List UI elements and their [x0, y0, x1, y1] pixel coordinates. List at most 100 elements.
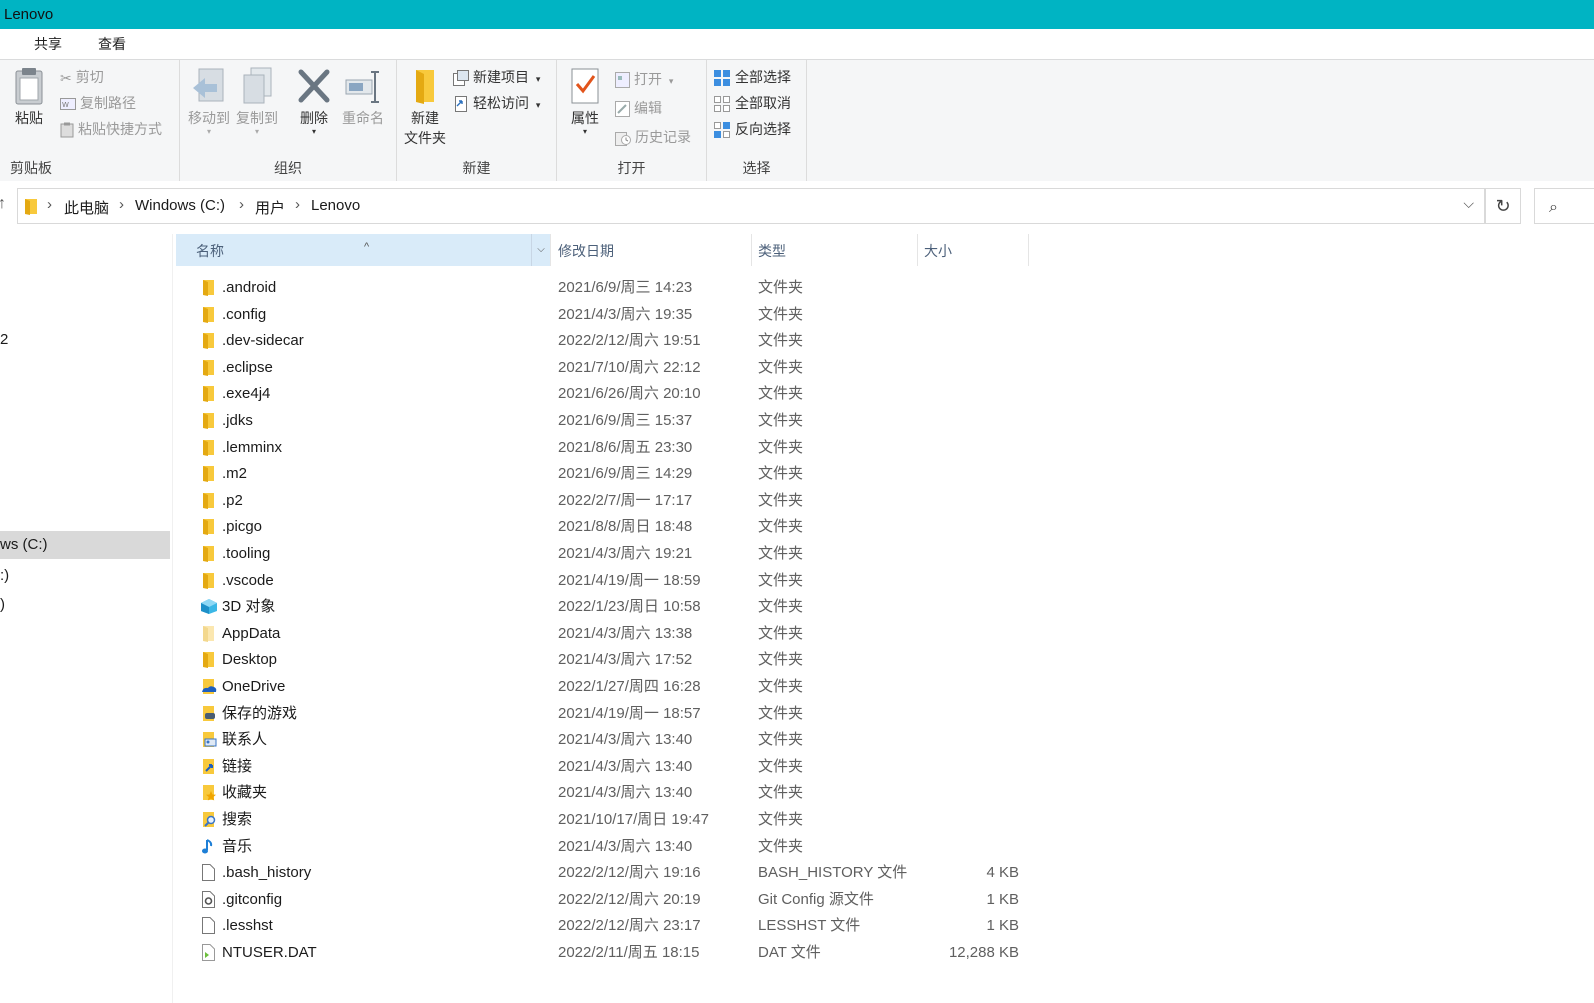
file-row[interactable]: .m2 2021/6/9/周三 14:29 文件夹 — [176, 461, 1036, 487]
open-icon — [615, 72, 630, 89]
file-row[interactable]: OneDrive 2022/1/27/周四 16:28 文件夹 — [176, 674, 1036, 700]
file-size — [918, 621, 1019, 647]
new-item-label: 新建项目 — [473, 69, 529, 85]
file-type: 文件夹 — [758, 598, 804, 616]
file-row[interactable]: .gitconfig 2022/2/12/周六 20:19 Git Config 源… — [176, 887, 1036, 913]
rename-label: 重命名 — [342, 110, 384, 126]
folder-icon — [200, 279, 216, 296]
edit-button[interactable]: 编辑 — [615, 97, 662, 119]
file-row[interactable]: .p2 2022/2/7/周一 17:17 文件夹 — [176, 488, 1036, 514]
column-header-name[interactable]: 名称 ^ ⌵ — [176, 234, 551, 266]
tab-view[interactable]: 查看 — [98, 29, 126, 59]
chevron-right-icon[interactable]: › — [47, 196, 52, 213]
new-folder-button[interactable]: 新建 文件夹 — [401, 66, 449, 148]
file-type: 文件夹 — [758, 279, 804, 296]
file-type: 文件夹 — [758, 731, 804, 749]
breadcrumb-lenovo[interactable]: Lenovo — [311, 197, 360, 214]
file-type: BASH_HISTORY 文件 — [758, 864, 908, 882]
file-name: OneDrive — [222, 678, 286, 695]
file-row[interactable]: .lesshst 2022/2/12/周六 23:17 LESSHST 文件 1 KB — [176, 913, 1036, 939]
refresh-button[interactable]: ↻ — [1485, 188, 1521, 224]
file-row[interactable]: 收藏夹 2021/4/3/周六 13:40 文件夹 — [176, 780, 1036, 806]
file-name: .config — [222, 305, 267, 323]
breadcrumb-windows-c[interactable]: Windows (C:) — [135, 197, 225, 214]
column-filter-dropdown-icon[interactable]: ⌵ — [531, 234, 550, 266]
select-all-button[interactable]: 全部选择 — [713, 66, 791, 88]
file-row[interactable]: 音乐 2021/4/3/周六 13:40 文件夹 — [176, 834, 1036, 860]
nav-item[interactable]: ) — [0, 591, 170, 619]
chevron-right-icon[interactable]: › — [295, 196, 300, 213]
easy-access-button[interactable]: 轻松访问 ▾ — [453, 92, 540, 114]
copy-path-button[interactable]: W 复制路径 — [60, 92, 136, 114]
file-row[interactable]: 保存的游戏 2021/4/19/周一 18:57 文件夹 — [176, 701, 1036, 727]
paste-shortcut-button[interactable]: 粘贴快捷方式 — [60, 118, 162, 140]
file-name: NTUSER.DAT — [222, 944, 317, 961]
easy-access-icon — [455, 96, 467, 113]
breadcrumb-users[interactable]: 用户 — [255, 197, 285, 218]
new-item-button[interactable]: 新建项目 ▾ — [453, 66, 540, 88]
file-type: LESSHST 文件 — [758, 917, 861, 935]
open-group-label: 打开 — [617, 160, 646, 176]
file-row[interactable]: 3D 对象 2022/1/23/周日 10:58 文件夹 — [176, 594, 1036, 620]
nav-item[interactable]: :) — [0, 562, 170, 590]
file-row[interactable]: .lemminx 2021/8/6/周五 23:30 文件夹 — [176, 435, 1036, 461]
file-type: 文件夹 — [758, 757, 804, 775]
file-row[interactable]: .tooling 2021/4/3/周六 19:21 文件夹 — [176, 541, 1036, 567]
file-row[interactable]: .exe4j4 2021/6/26/周六 20:10 文件夹 — [176, 381, 1036, 407]
breadcrumb-this-pc[interactable]: 此电脑 — [64, 197, 109, 218]
file-size — [918, 834, 1019, 860]
clipboard-group: 粘贴 ✂ 剪切 W 复制路径 粘贴快捷方式 剪贴板 — [0, 60, 180, 182]
nav-item[interactable]: 2 — [0, 326, 170, 354]
open-button[interactable]: 打开 ▾ — [615, 68, 673, 90]
column-header-type[interactable]: 类型 — [752, 234, 918, 266]
file-row[interactable]: Desktop 2021/4/3/周六 17:52 文件夹 — [176, 647, 1036, 673]
file-row[interactable]: .jdks 2021/6/9/周三 15:37 文件夹 — [176, 408, 1036, 434]
file-row[interactable]: 链接 2021/4/3/周六 13:40 文件夹 — [176, 754, 1036, 780]
tab-share[interactable]: 共享 — [34, 29, 62, 59]
file-row[interactable]: NTUSER.DAT 2022/2/11/周五 18:15 DAT 文件 12,288… — [176, 940, 1036, 966]
select-none-button[interactable]: 全部取消 — [713, 92, 791, 114]
invert-selection-button[interactable]: 反向选择 — [713, 118, 791, 140]
file-row[interactable]: .vscode 2021/4/19/周一 18:59 文件夹 — [176, 568, 1036, 594]
file-row[interactable]: .android 2021/6/9/周三 14:23 文件夹 — [176, 275, 1036, 301]
rename-button[interactable]: 重命名 — [338, 66, 388, 128]
history-button[interactable]: 历史记录 — [615, 126, 691, 148]
file-row[interactable]: .eclipse 2021/7/10/周六 22:12 文件夹 — [176, 355, 1036, 381]
move-to-button[interactable]: 移动到 ▾ — [186, 66, 232, 136]
search-box[interactable]: ⌕ — [1534, 188, 1594, 224]
copy-to-button[interactable]: 复制到 ▾ — [234, 66, 280, 136]
file-size — [918, 674, 1019, 700]
up-arrow-icon[interactable]: ↑ — [0, 195, 6, 213]
chevron-right-icon[interactable]: › — [119, 196, 124, 213]
organize-group-label: 组织 — [274, 160, 302, 176]
file-row[interactable]: AppData 2021/4/3/周六 13:38 文件夹 — [176, 621, 1036, 647]
invert-selection-label: 反向选择 — [735, 121, 791, 137]
select-none-icon — [714, 96, 730, 113]
chevron-down-icon[interactable]: ⌵ — [1463, 195, 1474, 212]
folder-icon — [200, 518, 216, 536]
file-name: .p2 — [222, 491, 243, 509]
file-row[interactable]: .picgo 2021/8/8/周日 18:48 文件夹 — [176, 514, 1036, 540]
file-name: .lesshst — [222, 917, 273, 935]
folder-icon — [200, 465, 216, 483]
file-row[interactable]: .dev-sidecar 2022/2/12/周六 19:51 文件夹 — [176, 328, 1036, 354]
nav-item-windows-c[interactable]: ws (C:) — [0, 531, 170, 559]
file-date-modified: 2021/6/9/周三 14:23 — [558, 279, 693, 296]
chevron-right-icon[interactable]: › — [239, 196, 244, 213]
column-header-size[interactable]: 大小 — [918, 234, 1029, 266]
paste-button[interactable]: 粘贴 — [8, 66, 50, 128]
delete-button[interactable]: 删除 ▾ — [292, 66, 336, 136]
file-row[interactable]: 联系人 2021/4/3/周六 13:40 文件夹 — [176, 727, 1036, 753]
properties-button[interactable]: 属性 ▾ — [563, 66, 607, 136]
searches-icon — [200, 811, 216, 828]
file-row[interactable]: 搜索 2021/10/17/周日 19:47 文件夹 — [176, 807, 1036, 833]
file-name: .exe4j4 — [222, 385, 271, 403]
cut-button[interactable]: ✂ 剪切 — [60, 66, 104, 88]
copy-path-label: 复制路径 — [80, 95, 136, 111]
address-path[interactable]: › 此电脑 › Windows (C:) › 用户 › Lenovo ⌵ — [17, 188, 1485, 224]
file-row[interactable]: .config 2021/4/3/周六 19:35 文件夹 — [176, 302, 1036, 328]
search-icon: ⌕ — [1549, 199, 1558, 216]
file-date-modified: 2022/2/12/周六 20:19 — [558, 890, 701, 908]
column-header-date[interactable]: 修改日期 — [552, 234, 752, 266]
file-row[interactable]: .bash_history 2022/2/12/周六 19:16 BASH_HIST… — [176, 860, 1036, 886]
